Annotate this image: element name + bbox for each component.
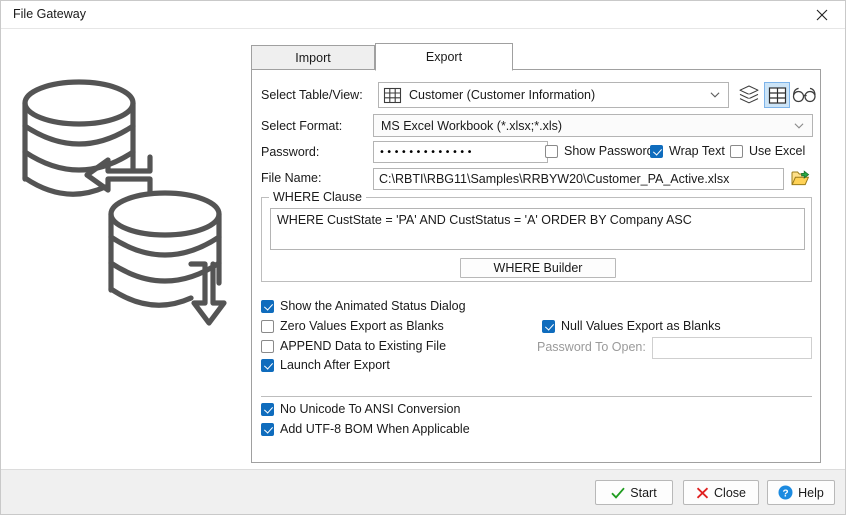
select-format-combobox[interactable]: MS Excel Workbook (*.xlsx;*.xls) <box>373 114 813 137</box>
chevron-down-icon <box>710 92 720 98</box>
no-unicode-to-ansi-conversion-label: No Unicode To ANSI Conversion <box>280 402 461 416</box>
help-button[interactable]: ? Help <box>767 480 835 505</box>
where-clause-group: WHERE Clause WHERE CustState = 'PA' AND … <box>261 190 812 282</box>
dialog-footer: Start Close ? Help <box>1 469 845 514</box>
checkbox-box <box>545 144 558 158</box>
title-bar: File Gateway <box>1 1 845 29</box>
table-grid-icon <box>383 87 402 103</box>
select-table-view-combobox[interactable]: Customer (Customer Information) <box>378 82 729 108</box>
use-excel-checkbox[interactable]: Use Excel <box>730 144 805 158</box>
checkbox-box <box>542 319 555 333</box>
close-icon <box>816 9 828 20</box>
password-to-open-input[interactable] <box>652 337 812 359</box>
where-clause-textarea[interactable]: WHERE CustState = 'PA' AND CustStatus = … <box>270 208 805 250</box>
start-label: Start <box>630 485 657 500</box>
select-table-view-value: Customer (Customer Information) <box>409 88 596 102</box>
x-mark-icon <box>696 487 709 499</box>
layers-stack-icon <box>739 85 759 104</box>
database-transfer-illustration <box>15 71 240 341</box>
preview-glasses-button[interactable] <box>792 82 818 108</box>
show-password-checkbox[interactable]: Show Password <box>545 144 654 158</box>
check-mark-icon <box>611 487 625 499</box>
wrap-text-label: Wrap Text <box>669 144 725 158</box>
wrap-text-checkbox[interactable]: Wrap Text <box>650 144 725 158</box>
no-unicode-to-ansi-conversion-checkbox[interactable]: No Unicode To ANSI Conversion <box>261 402 460 416</box>
null-values-export-as-blanks-checkbox[interactable]: Null Values Export as Blanks <box>542 319 721 333</box>
help-label: Help <box>798 485 824 500</box>
checkbox-box <box>261 299 274 313</box>
where-clause-group-title: WHERE Clause <box>269 190 366 204</box>
checkbox-box <box>261 339 274 353</box>
options-separator <box>261 396 812 397</box>
tab-strip: Import Export <box>251 43 821 71</box>
select-layers-button[interactable] <box>736 82 762 108</box>
tab-export-label: Export <box>425 50 463 64</box>
file-gateway-window: File Gateway Import Export Select Table/… <box>0 0 846 515</box>
show-password-label: Show Password <box>564 144 654 158</box>
show-animated-status-dialog-checkbox[interactable]: Show the Animated Status Dialog <box>261 299 466 313</box>
close-window-button[interactable] <box>799 1 845 28</box>
password-input[interactable]: ••••••••••••• <box>373 141 548 163</box>
select-table-grid-button[interactable] <box>764 82 790 108</box>
where-builder-label: WHERE Builder <box>493 261 583 275</box>
close-button[interactable]: Close <box>683 480 759 505</box>
question-circle-icon: ? <box>778 485 793 500</box>
add-utf8-bom-checkbox[interactable]: Add UTF-8 BOM When Applicable <box>261 422 470 436</box>
password-to-open-label: Password To Open: <box>537 340 646 354</box>
select-table-view-label: Select Table/View: <box>261 88 363 102</box>
zero-values-export-as-blanks-checkbox[interactable]: Zero Values Export as Blanks <box>261 319 444 333</box>
file-name-input[interactable]: C:\RBTI\RBG11\Samples\RRBYW20\Customer_P… <box>373 168 784 190</box>
select-format-value: MS Excel Workbook (*.xlsx;*.xls) <box>381 118 563 133</box>
start-button[interactable]: Start <box>595 480 673 505</box>
glasses-preview-icon <box>792 87 816 103</box>
use-excel-label: Use Excel <box>749 144 806 158</box>
tab-import[interactable]: Import <box>251 45 375 70</box>
table-grid-icon <box>768 86 786 104</box>
tab-export[interactable]: Export <box>375 43 513 71</box>
null-values-export-as-blanks-label: Null Values Export as Blanks <box>561 319 721 333</box>
close-label: Close <box>714 485 746 500</box>
add-utf8-bom-label: Add UTF-8 BOM When Applicable <box>280 422 470 436</box>
file-name-value: C:\RBTI\RBG11\Samples\RRBYW20\Customer_P… <box>379 172 730 186</box>
launch-after-export-label: Launch After Export <box>280 358 390 372</box>
tab-import-label: Import <box>295 50 331 65</box>
checkbox-box <box>730 144 743 158</box>
database-cylinders-icon <box>22 79 227 326</box>
show-animated-status-dialog-label: Show the Animated Status Dialog <box>280 299 466 313</box>
chevron-down-icon <box>794 122 804 129</box>
append-data-to-existing-file-checkbox[interactable]: APPEND Data to Existing File <box>261 339 446 353</box>
file-name-label: File Name: <box>261 171 322 185</box>
checkbox-box <box>261 358 274 372</box>
open-folder-icon <box>790 169 809 185</box>
append-data-to-existing-file-label: APPEND Data to Existing File <box>280 339 447 353</box>
browse-file-button[interactable] <box>788 166 812 190</box>
window-title: File Gateway <box>13 7 86 21</box>
password-label: Password: <box>261 145 320 159</box>
checkbox-box <box>650 144 663 158</box>
where-builder-button[interactable]: WHERE Builder <box>460 258 616 278</box>
checkbox-box <box>261 402 274 416</box>
password-value: ••••••••••••• <box>379 146 474 158</box>
checkbox-box <box>261 422 274 436</box>
zero-values-export-as-blanks-label: Zero Values Export as Blanks <box>280 319 444 333</box>
svg-text:?: ? <box>783 488 789 499</box>
select-format-label: Select Format: <box>261 119 343 133</box>
export-tab-panel: Select Table/View: Customer (Customer In… <box>251 69 821 463</box>
checkbox-box <box>261 319 274 333</box>
where-clause-text: WHERE CustState = 'PA' AND CustStatus = … <box>277 213 692 227</box>
launch-after-export-checkbox[interactable]: Launch After Export <box>261 358 390 372</box>
